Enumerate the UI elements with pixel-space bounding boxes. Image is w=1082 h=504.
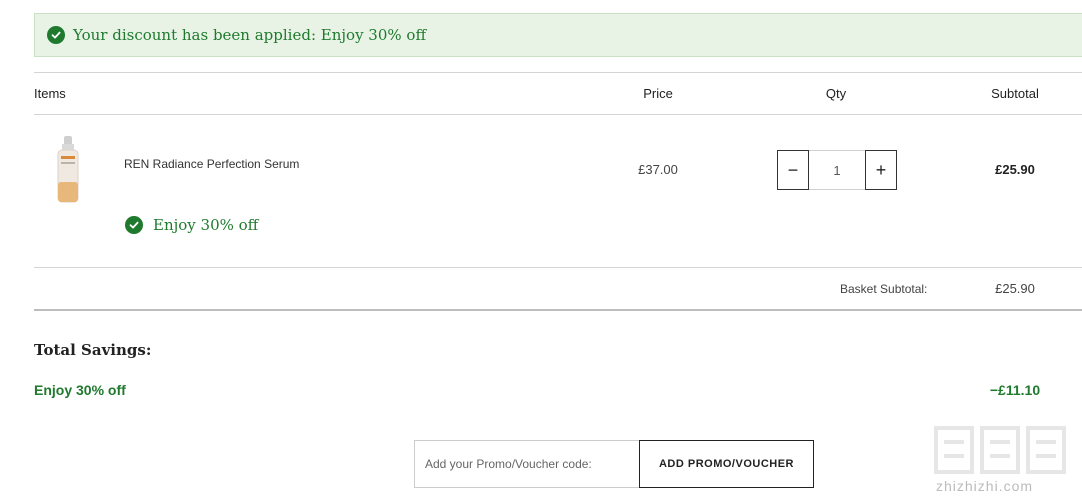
- quantity-stepper: − +: [777, 150, 897, 190]
- savings-offer-name: Enjoy 30% off: [34, 382, 126, 398]
- savings-amount: −£11.10: [989, 382, 1041, 398]
- product-offer-label: Enjoy 30% off: [153, 216, 259, 234]
- basket-divider: [34, 309, 1082, 311]
- quantity-input[interactable]: [809, 150, 865, 190]
- discount-banner: Your discount has been applied: Enjoy 30…: [34, 13, 1082, 57]
- total-savings-title: Total Savings:: [34, 341, 152, 359]
- add-promo-button[interactable]: ADD PROMO/VOUCHER: [639, 440, 814, 488]
- product-offer: Enjoy 30% off: [125, 216, 258, 234]
- increase-quantity-button[interactable]: +: [865, 150, 897, 190]
- header-price: Price: [643, 86, 673, 101]
- check-circle-icon: [125, 216, 143, 234]
- header-divider: [34, 114, 1082, 115]
- check-circle-icon: [47, 26, 65, 44]
- promo-code-input[interactable]: [414, 440, 640, 488]
- product-image[interactable]: [52, 134, 84, 206]
- basket-subtotal-value: £25.90: [995, 281, 1035, 296]
- decrease-quantity-button[interactable]: −: [777, 150, 809, 190]
- header-items: Items: [34, 86, 66, 101]
- header-subtotal: Subtotal: [991, 86, 1039, 101]
- row-divider: [34, 267, 1082, 268]
- discount-banner-message: Your discount has been applied: Enjoy 30…: [73, 26, 427, 44]
- watermark-text: zhizhizhi.com: [936, 478, 1034, 494]
- table-top-divider: [34, 72, 1082, 73]
- product-subtotal: £25.90: [995, 162, 1035, 177]
- product-price: £37.00: [638, 162, 678, 177]
- header-qty: Qty: [825, 86, 847, 101]
- basket-subtotal-label: Basket Subtotal:: [840, 282, 928, 296]
- product-name[interactable]: REN Radiance Perfection Serum: [124, 157, 299, 171]
